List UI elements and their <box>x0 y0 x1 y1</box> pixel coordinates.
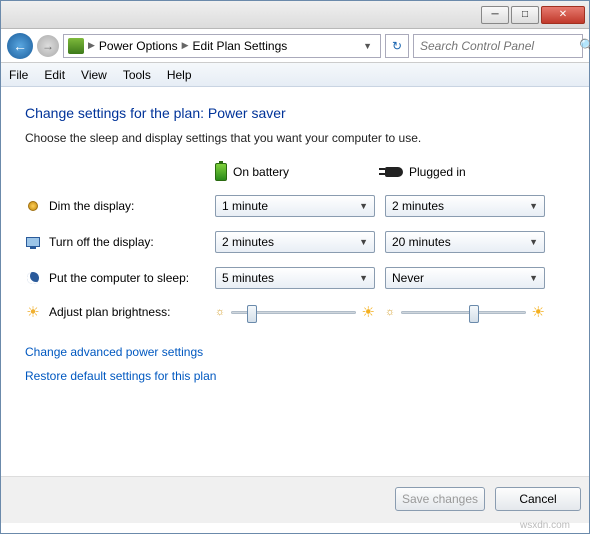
breadcrumb[interactable]: ▶ Power Options ▶ Edit Plan Settings ▼ <box>63 34 381 58</box>
select-value: Never <box>392 271 424 285</box>
chevron-down-icon: ▼ <box>359 273 368 283</box>
breadcrumb-item[interactable]: Edit Plan Settings <box>193 39 288 53</box>
setting-label: Adjust plan brightness: <box>49 305 170 319</box>
slider-track[interactable] <box>401 311 525 314</box>
chevron-down-icon: ▼ <box>529 201 538 211</box>
chevron-down-icon: ▼ <box>529 273 538 283</box>
sun-high-icon: ☀ <box>532 303 545 321</box>
sun-icon: ☀ <box>25 304 41 320</box>
turnoff-plugged-select[interactable]: 20 minutes ▼ <box>385 231 545 253</box>
select-value: 2 minutes <box>392 199 444 213</box>
refresh-button[interactable]: ↻ <box>385 34 409 58</box>
maximize-button[interactable]: □ <box>511 6 539 24</box>
row-label-brightness: ☀ Adjust plan brightness: <box>25 304 205 320</box>
select-value: 1 minute <box>222 199 268 213</box>
title-bar: ─ □ ✕ <box>1 1 589 29</box>
slider-track[interactable] <box>231 311 355 314</box>
sleep-plugged-select[interactable]: Never ▼ <box>385 267 545 289</box>
sleep-battery-select[interactable]: 5 minutes ▼ <box>215 267 375 289</box>
column-header-plugged: Plugged in <box>385 165 545 179</box>
search-box[interactable]: 🔍 <box>413 34 583 58</box>
battery-icon <box>215 163 227 181</box>
setting-label: Dim the display: <box>49 199 134 213</box>
row-label-turnoff: Turn off the display: <box>25 234 205 250</box>
moon-icon <box>27 272 39 284</box>
brightness-plugged-slider[interactable]: ☼ ☀ <box>385 303 545 321</box>
dim-battery-select[interactable]: 1 minute ▼ <box>215 195 375 217</box>
back-button[interactable]: ← <box>7 33 33 59</box>
sun-low-icon: ☼ <box>385 306 395 318</box>
chevron-right-icon: ▶ <box>88 40 95 51</box>
row-label-dim: Dim the display: <box>25 198 205 214</box>
chevron-down-icon: ▼ <box>359 237 368 247</box>
chevron-down-icon: ▼ <box>359 201 368 211</box>
setting-label: Put the computer to sleep: <box>49 271 189 285</box>
nav-bar: ← → ▶ Power Options ▶ Edit Plan Settings… <box>1 29 589 63</box>
content-area: Change settings for the plan: Power save… <box>1 87 589 533</box>
chevron-down-icon: ▼ <box>529 237 538 247</box>
menu-view[interactable]: View <box>81 68 107 82</box>
select-value: 20 minutes <box>392 235 451 249</box>
cancel-button[interactable]: Cancel <box>495 487 581 511</box>
plug-icon <box>385 167 403 177</box>
bullet-icon <box>28 201 38 211</box>
menu-file[interactable]: File <box>9 68 28 82</box>
sun-high-icon: ☀ <box>362 303 375 321</box>
advanced-settings-link[interactable]: Change advanced power settings <box>25 345 565 359</box>
minimize-button[interactable]: ─ <box>481 6 509 24</box>
column-label: Plugged in <box>409 165 466 179</box>
brightness-battery-slider[interactable]: ☼ ☀ <box>215 303 375 321</box>
window: ─ □ ✕ ← → ▶ Power Options ▶ Edit Plan Se… <box>0 0 590 534</box>
column-header-battery: On battery <box>215 163 375 181</box>
menu-bar: File Edit View Tools Help <box>1 63 589 87</box>
watermark: wsxdn.com <box>520 520 570 531</box>
sun-low-icon: ☼ <box>215 306 225 318</box>
links-group: Change advanced power settings Restore d… <box>25 345 565 383</box>
footer: Save changes Cancel <box>1 476 589 523</box>
menu-help[interactable]: Help <box>167 68 192 82</box>
search-icon[interactable]: 🔍 <box>579 38 590 54</box>
breadcrumb-item[interactable]: Power Options <box>99 39 178 53</box>
select-value: 5 minutes <box>222 271 274 285</box>
select-value: 2 minutes <box>222 235 274 249</box>
slider-thumb[interactable] <box>247 305 257 323</box>
setting-label: Turn off the display: <box>49 235 154 249</box>
chevron-down-icon[interactable]: ▼ <box>359 41 376 51</box>
page-title: Change settings for the plan: Power save… <box>25 105 565 121</box>
save-button[interactable]: Save changes <box>395 487 485 511</box>
turnoff-battery-select[interactable]: 2 minutes ▼ <box>215 231 375 253</box>
menu-tools[interactable]: Tools <box>123 68 151 82</box>
column-label: On battery <box>233 165 289 179</box>
menu-edit[interactable]: Edit <box>44 68 65 82</box>
forward-button[interactable]: → <box>37 35 59 57</box>
row-label-sleep: Put the computer to sleep: <box>25 270 205 286</box>
dim-plugged-select[interactable]: 2 minutes ▼ <box>385 195 545 217</box>
page-subtitle: Choose the sleep and display settings th… <box>25 131 565 145</box>
monitor-icon <box>26 237 40 247</box>
restore-defaults-link[interactable]: Restore default settings for this plan <box>25 369 565 383</box>
search-input[interactable] <box>418 38 579 54</box>
control-panel-icon <box>68 38 84 54</box>
close-button[interactable]: ✕ <box>541 6 585 24</box>
slider-thumb[interactable] <box>469 305 479 323</box>
chevron-right-icon: ▶ <box>182 40 189 51</box>
settings-grid: On battery Plugged in Dim the display: 1… <box>25 163 565 321</box>
